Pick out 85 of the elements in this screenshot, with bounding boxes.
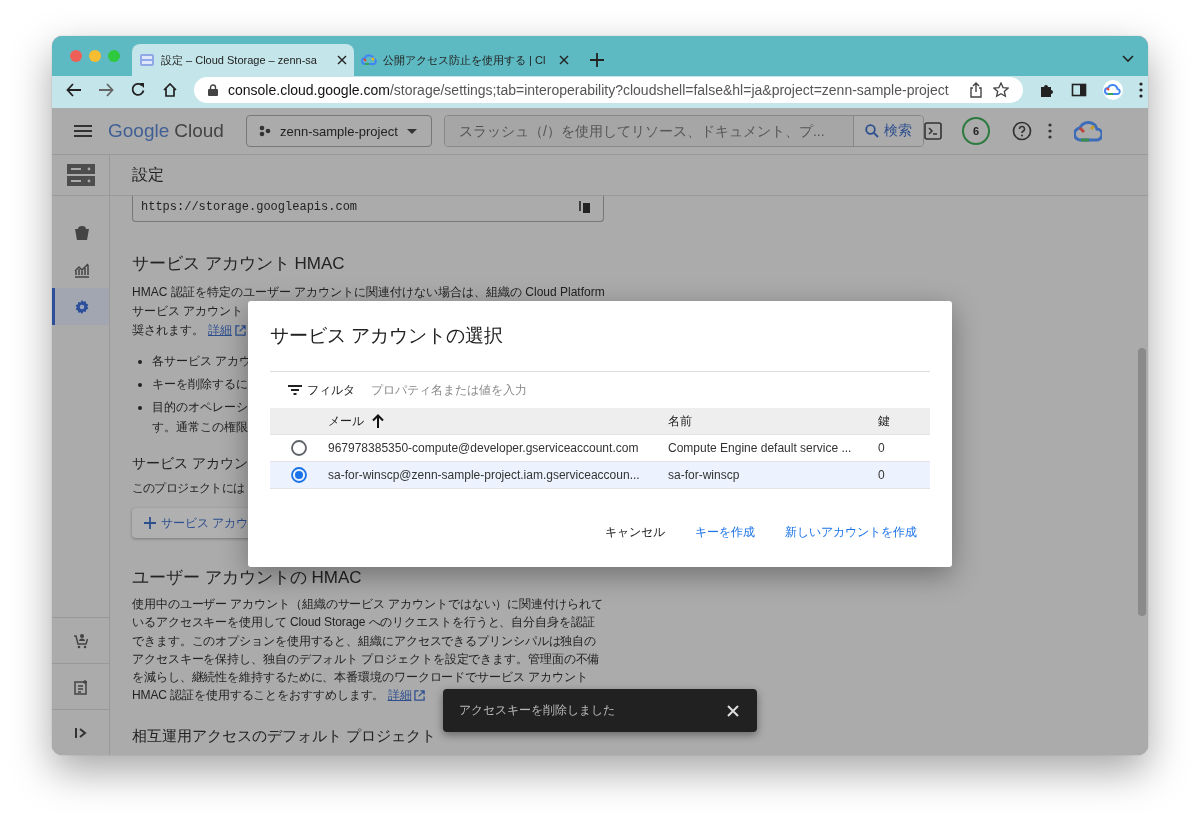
more-icon[interactable] <box>1048 123 1052 139</box>
radio-icon[interactable] <box>291 440 307 456</box>
url-field[interactable]: console.cloud.google.com/storage/settings;tab=interoperability?cloudshell=false&hl=ja&project=zenn-sample-project <box>194 77 1023 103</box>
new-tab-icon[interactable] <box>590 53 604 67</box>
bullet-text: 目的のオペレーシ <box>152 400 248 415</box>
url-text: console.cloud.google.com/storage/settings;tab=interoperability?cloudshell=false&hl=ja&project=zenn-sample-project <box>228 82 949 98</box>
table-cell: 0 <box>878 441 885 455</box>
back-icon[interactable] <box>66 82 82 98</box>
dialog-button[interactable]: キャンセル <box>592 518 678 547</box>
cloud-favicon-icon <box>361 52 377 68</box>
project-picker[interactable]: zenn-sample-project <box>246 115 432 147</box>
table-row[interactable]: sa-for-winscp@zenn-sample-project.iam.gserviceaccoun... sa-for-winscp 0 <box>270 462 930 489</box>
notes-icon[interactable] <box>72 678 89 695</box>
table-cell: sa-for-winscp <box>668 468 740 482</box>
body-text: 奨されます。 <box>132 322 204 339</box>
logo-brand: Google <box>108 120 170 142</box>
tab-title: 設定 – Cloud Storage – zenn-sa <box>161 52 318 68</box>
reload-icon[interactable] <box>130 82 146 98</box>
body-text: サービス アカウント <box>132 303 244 320</box>
endpoint-field[interactable]: https://storage.googleapis.com <box>132 196 604 222</box>
lock-icon <box>208 84 218 96</box>
body-text: 使用中のユーザー アカウント（組織のサービス アカウントではない）に関連付けられているアクセスキーを使用して Cloud Storage へのリクエストを行うと、自分自身を認証できます。このオプションを使用すると、組織にアクセスできるプリンシパルは独自のアクセスキーを保持し、独自のデフォルト プロジェクトを設定できます。管理面の不備を減らし、継続性を維持するために、本番環境のワークロードでサービス アカウント HMAC 認証を使用することをおすすめします。 詳細 <box>132 596 604 705</box>
browser-tab[interactable]: 公開アクセス防止を使用する | Cl <box>354 44 576 76</box>
sidebar-item[interactable] <box>52 288 109 325</box>
extension-icon[interactable] <box>1038 82 1055 98</box>
sort-arrow-icon[interactable] <box>372 414 384 428</box>
page-title: 設定 <box>132 164 164 185</box>
column-header[interactable]: メール <box>328 412 364 430</box>
dialog-button[interactable]: キーを作成 <box>682 518 768 547</box>
filter-icon <box>288 385 302 395</box>
bullet-icon <box>138 359 142 364</box>
chevron-down-icon[interactable] <box>1122 55 1134 63</box>
table-cell: Compute Engine default service ... <box>668 441 852 455</box>
bucket-icon <box>74 224 90 241</box>
bullet-icon <box>138 382 142 387</box>
column-header[interactable]: 鍵 <box>878 413 890 428</box>
menu-icon[interactable] <box>74 125 92 137</box>
terminal-icon[interactable] <box>924 122 942 140</box>
settings-icon <box>74 298 90 315</box>
profile-cloud-icon[interactable] <box>1102 80 1123 100</box>
external-link-icon <box>414 690 426 702</box>
help-icon[interactable] <box>1012 121 1032 141</box>
body-text: このプロジェクトには <box>132 480 244 497</box>
details-link[interactable]: 詳細 <box>208 321 246 340</box>
notification-count[interactable]: 6 <box>962 117 990 145</box>
home-icon[interactable] <box>162 82 178 98</box>
copy-icon[interactable] <box>579 199 591 214</box>
logo-product: Cloud <box>174 120 224 142</box>
bullet-text: す。通常この権限 <box>152 420 248 435</box>
star-icon[interactable] <box>992 82 1009 98</box>
chart-icon <box>74 261 90 278</box>
tab-title: 公開アクセス防止を使用する | Cl <box>383 52 547 68</box>
dialog-button[interactable]: 新しいアカウントを作成 <box>772 518 930 547</box>
project-dots-icon <box>259 125 271 137</box>
bullet-text: キーを削除するに <box>152 377 248 392</box>
radio-selected-icon[interactable] <box>291 467 307 483</box>
column-header[interactable]: 名前 <box>668 413 692 428</box>
plus-icon <box>144 517 156 529</box>
cart-icon[interactable] <box>72 632 89 649</box>
section-heading: ユーザー アカウントの HMAC <box>132 567 362 589</box>
table-cell: 0 <box>878 468 885 482</box>
table-cell: sa-for-winscp@zenn-sample-project.iam.gserviceaccoun... <box>328 468 640 482</box>
details-link[interactable]: 詳細 <box>387 686 426 705</box>
close-icon[interactable] <box>559 55 569 65</box>
filter-button[interactable]: フィルタ <box>288 381 355 399</box>
endpoint-url: https://storage.googleapis.com <box>141 199 358 214</box>
scrollbar-thumb[interactable] <box>1138 348 1146 616</box>
section-heading: 相互運用アクセスのデフォルト プロジェクト <box>132 726 437 746</box>
external-link-icon <box>235 325 246 336</box>
more-icon[interactable] <box>1138 82 1143 98</box>
bullet-icon <box>138 405 142 410</box>
table-cell: 967978385350-compute@developer.gserviceaccount.com <box>328 441 639 455</box>
caret-icon <box>406 128 417 134</box>
section-heading: サービス アカウン <box>132 455 248 473</box>
dialog-title: サービス アカウントの選択 <box>270 301 930 372</box>
storage-product-icon[interactable] <box>66 164 95 186</box>
body-text: HMAC 認証を特定のユーザー アカウントに関連付けない場合は、組織の Cloud Platform <box>132 284 605 301</box>
snackbar-message: アクセスキーを削除しました <box>459 702 615 719</box>
browser-tab[interactable]: 設定 – Cloud Storage – zenn-sa <box>132 44 354 76</box>
share-icon[interactable] <box>968 82 983 98</box>
side-panel-icon[interactable] <box>1070 82 1087 98</box>
forward-icon[interactable] <box>98 82 114 98</box>
section-heading: サービス アカウント HMAC <box>132 253 345 275</box>
storage-favicon-icon <box>139 52 155 68</box>
close-icon[interactable] <box>337 55 347 65</box>
